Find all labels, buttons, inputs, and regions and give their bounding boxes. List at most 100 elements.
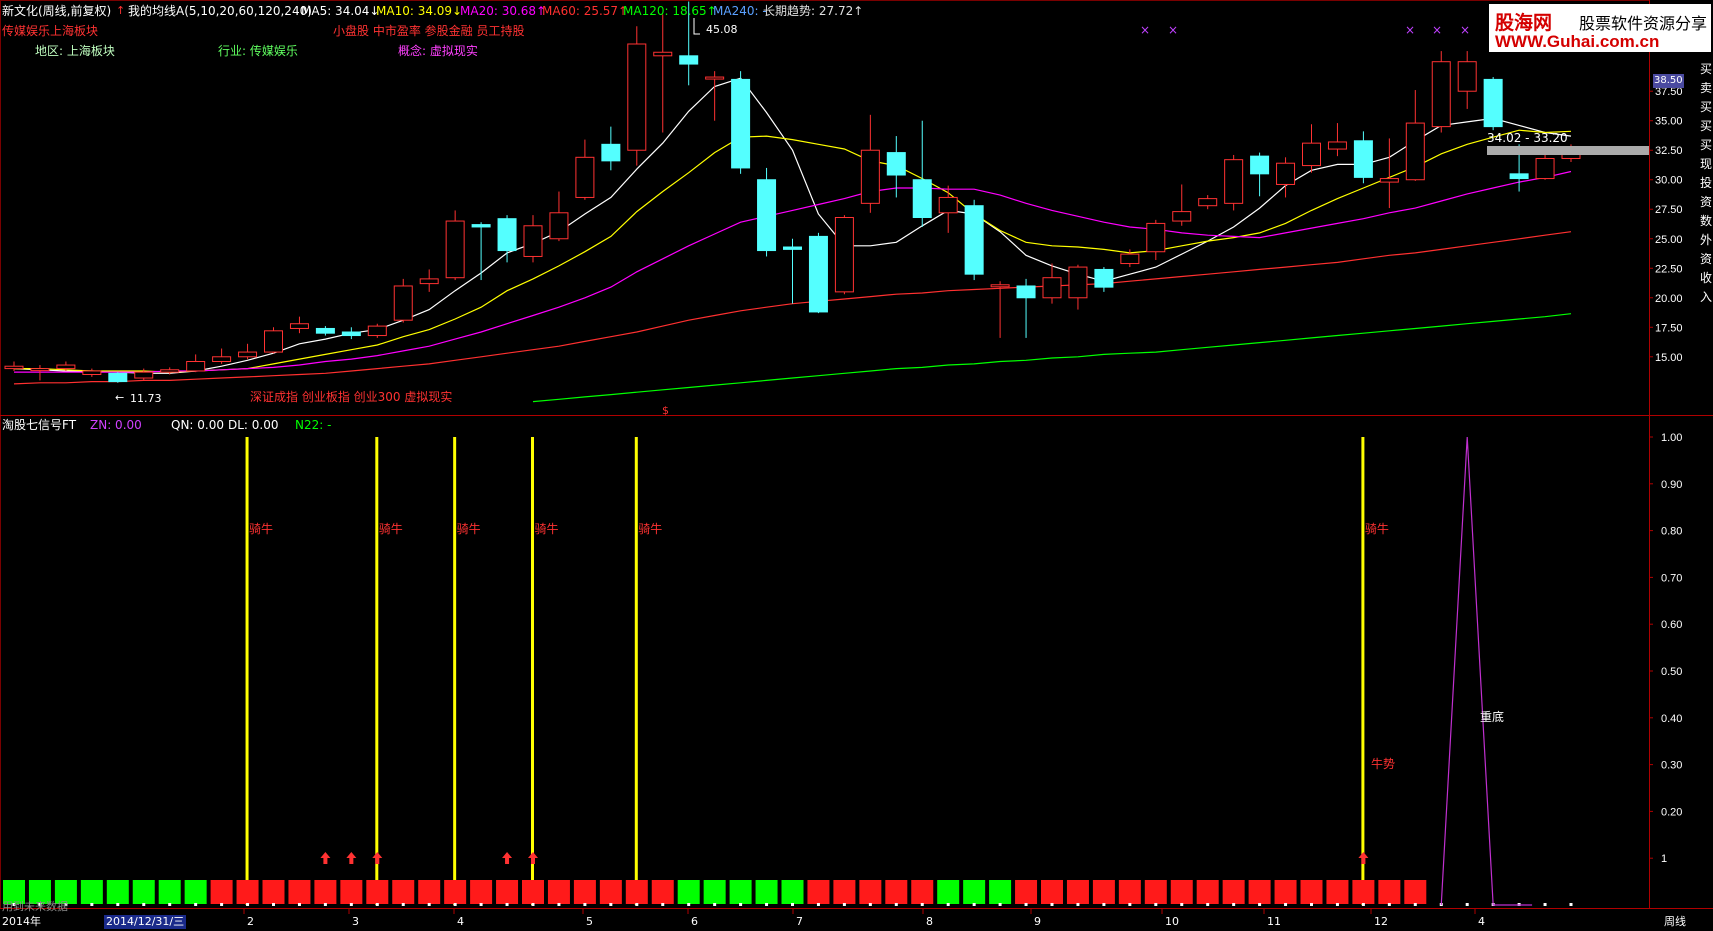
candle-up[interactable] xyxy=(212,356,232,363)
candle-up[interactable] xyxy=(705,76,725,80)
n22-value: N22: - xyxy=(295,418,332,432)
right-edge-text: 买卖买买买现投资数外资收入 xyxy=(1700,62,1713,304)
candle-up[interactable] xyxy=(1457,61,1477,92)
candle-up[interactable] xyxy=(419,278,439,285)
min-arrow-icon: ← xyxy=(115,391,125,404)
status-dot xyxy=(687,903,691,906)
status-block-green xyxy=(937,880,960,904)
stock-title[interactable]: 新文化(周线,前复权) xyxy=(2,4,111,18)
status-block-red xyxy=(1170,880,1193,904)
candle-up[interactable] xyxy=(82,370,102,375)
candle-up[interactable] xyxy=(1198,198,1218,207)
candle-up[interactable] xyxy=(393,285,413,321)
status-block-green xyxy=(132,880,155,904)
candle-down[interactable] xyxy=(757,179,777,252)
chart-canvas[interactable]: 15.00 17.50 20.00 22.50 25.00 27.50 30.00 32.50… xyxy=(0,0,1713,931)
candle-up[interactable] xyxy=(1302,142,1321,167)
candle-down[interactable] xyxy=(341,331,361,337)
status-dot xyxy=(479,903,483,906)
candle-down[interactable] xyxy=(1094,268,1114,288)
candle-down[interactable] xyxy=(1509,173,1529,180)
candle-up[interactable] xyxy=(367,325,387,337)
status-block-red xyxy=(1066,880,1089,904)
period-label[interactable]: 周线 xyxy=(1664,915,1686,929)
status-block-red xyxy=(651,880,674,904)
candle-up[interactable] xyxy=(1224,159,1244,204)
candle-up[interactable] xyxy=(445,220,465,279)
price-tick-label: 35.00 xyxy=(1655,116,1683,128)
candle-up[interactable] xyxy=(1431,61,1451,128)
concept-label: 概念: 虚拟现实 xyxy=(398,44,478,58)
candle-up[interactable] xyxy=(575,156,595,198)
status-block-red xyxy=(262,880,285,904)
x-marker: × xyxy=(1405,23,1415,37)
candle-up[interactable] xyxy=(134,371,154,379)
candle-up[interactable] xyxy=(1276,162,1296,185)
candle-up[interactable] xyxy=(1379,178,1399,183)
candle-up[interactable] xyxy=(1068,266,1088,299)
candle-up[interactable] xyxy=(56,364,76,370)
status-dot xyxy=(1543,903,1547,906)
candle-up[interactable] xyxy=(1172,211,1192,222)
status-dot xyxy=(1413,903,1417,906)
candle-down[interactable] xyxy=(497,218,517,252)
candle-up[interactable] xyxy=(627,43,647,151)
sector-label: 传媒娱乐上海板块 xyxy=(2,24,99,38)
indicator-name[interactable]: 我的均线A(5,10,20,60,120,240) xyxy=(128,4,312,18)
watermark-url: WWW.Guhai.com.cn xyxy=(1495,32,1660,51)
ma120-value: MA120: 18.65↑ xyxy=(623,4,717,18)
candle-down[interactable] xyxy=(886,152,906,176)
up-arrow-icon xyxy=(528,852,538,864)
candle-down[interactable] xyxy=(912,179,932,219)
status-dot xyxy=(401,903,405,906)
candle-up[interactable] xyxy=(1327,141,1347,150)
status-block-red xyxy=(1248,880,1271,904)
candle-down[interactable] xyxy=(808,235,828,313)
candle-down[interactable] xyxy=(471,224,491,228)
candle-up[interactable] xyxy=(264,330,283,353)
candle-down[interactable] xyxy=(108,372,128,383)
candle-down[interactable] xyxy=(964,205,984,275)
status-dot xyxy=(1024,903,1028,906)
candle-up[interactable] xyxy=(990,284,1010,288)
price-tick-label: 20.00 xyxy=(1655,293,1683,305)
candle-down[interactable] xyxy=(315,327,335,334)
candle-up[interactable] xyxy=(834,217,854,293)
status-dot xyxy=(1258,903,1262,906)
candle-up[interactable] xyxy=(186,361,206,372)
candle-down[interactable] xyxy=(1016,285,1036,299)
status-block-red xyxy=(1041,880,1063,904)
status-dot xyxy=(661,903,665,906)
status-dot xyxy=(1076,903,1080,906)
status-dot xyxy=(920,903,924,906)
status-block-green xyxy=(755,880,778,904)
candle-down[interactable] xyxy=(601,143,621,162)
candle-up[interactable] xyxy=(160,369,180,373)
status-dot xyxy=(1335,903,1339,906)
candle-up[interactable] xyxy=(1535,157,1555,180)
candle-up[interactable] xyxy=(938,196,958,214)
candle-down[interactable] xyxy=(731,78,751,169)
candle-down[interactable] xyxy=(1250,155,1270,175)
candle-up[interactable] xyxy=(1042,277,1062,299)
candle-up[interactable] xyxy=(238,351,258,358)
candle-up[interactable] xyxy=(860,149,880,204)
candle-up[interactable] xyxy=(1405,122,1425,181)
status-dot xyxy=(323,903,327,906)
candle-up[interactable] xyxy=(653,51,673,57)
candle-up[interactable] xyxy=(1146,222,1166,253)
candle-up[interactable] xyxy=(289,323,309,329)
candle-down[interactable] xyxy=(1483,78,1503,128)
candle-down[interactable] xyxy=(1353,140,1373,178)
x-marker: × xyxy=(1460,23,1470,37)
candle-up[interactable] xyxy=(549,212,569,240)
candle-down[interactable] xyxy=(679,55,699,65)
candle-up[interactable] xyxy=(4,365,24,370)
candle-up[interactable] xyxy=(1120,253,1140,265)
cursor-date[interactable]: 2014/12/31/三 xyxy=(104,915,187,929)
candle-up[interactable] xyxy=(523,225,543,257)
candle-down[interactable] xyxy=(783,246,802,250)
candle-up[interactable] xyxy=(30,368,50,372)
status-block-green xyxy=(989,880,1012,904)
indicator-title[interactable]: 淘股七信号FT xyxy=(2,418,76,432)
